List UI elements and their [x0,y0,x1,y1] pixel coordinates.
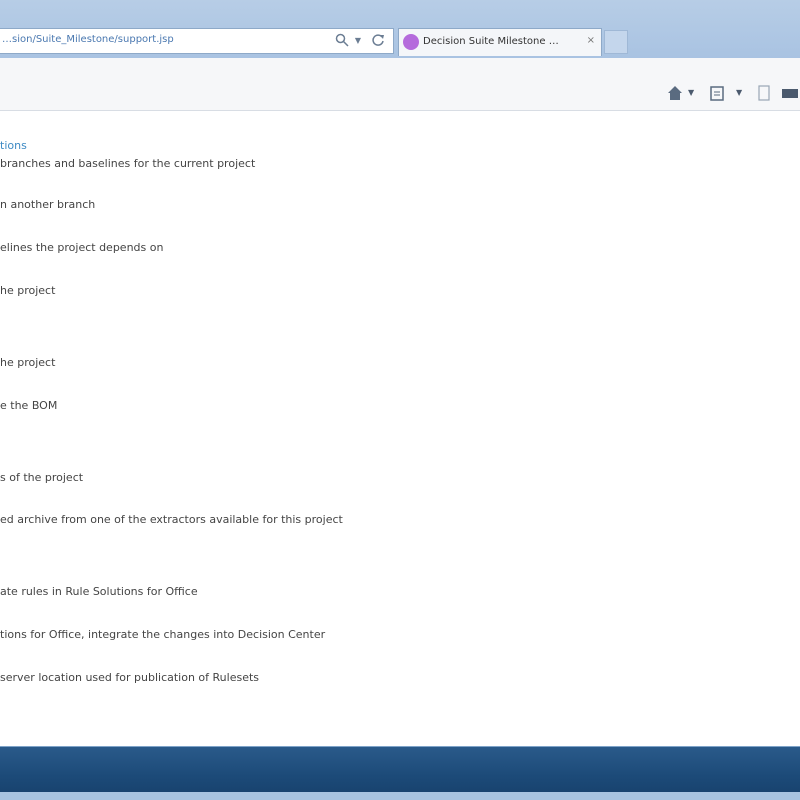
search-icon[interactable] [334,33,350,49]
command-bar: ▼ ▼ [0,58,800,111]
chevron-down-icon[interactable]: ▼ [736,84,742,102]
new-tab-button[interactable] [604,30,628,54]
content-line: he project [0,356,56,369]
taskbar-edge [0,792,800,800]
chevron-down-icon[interactable]: ▼ [688,84,694,102]
tab-active[interactable]: Decision Suite Milestone … × [398,28,602,56]
address-url[interactable]: …sion/Suite_Milestone/support.jsp [2,34,322,45]
content-line: ate rules in Rule Solutions for Office [0,585,198,598]
content-line: branches and baselines for the current p… [0,157,256,170]
site-favicon-icon [403,34,419,50]
browser-frame: …sion/Suite_Milestone/support.jsp ▼ Deci… [0,0,800,58]
content-line: server location used for publication of … [0,671,260,684]
tools-icon[interactable] [780,84,800,102]
print-icon[interactable] [708,84,726,102]
page-heading-link[interactable]: tions [0,139,27,152]
chevron-down-icon[interactable]: ▼ [350,33,366,49]
content-line: he project [0,284,56,297]
tab-title: Decision Suite Milestone … [423,36,559,47]
content-line: s of the project [0,471,84,484]
close-icon[interactable]: × [587,35,595,46]
browser-window: …sion/Suite_Milestone/support.jsp ▼ Deci… [0,0,800,800]
content-line: tions for Office, integrate the changes … [0,628,326,641]
content-line: ed archive from one of the extractors av… [0,513,343,526]
content-line: n another branch [0,198,96,211]
content-line: e the BOM [0,399,58,412]
refresh-icon[interactable] [370,33,386,49]
address-bar[interactable]: …sion/Suite_Milestone/support.jsp ▼ [0,28,394,54]
page-content: tions branches and baselines for the cur… [0,112,800,746]
content-line: elines the project depends on [0,241,164,254]
page-icon[interactable] [756,84,772,102]
home-icon[interactable] [666,84,684,102]
